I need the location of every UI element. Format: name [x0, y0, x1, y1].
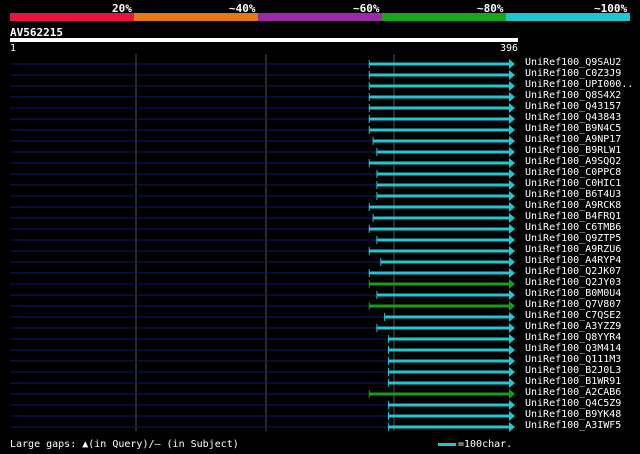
hit-end-arrow	[509, 114, 515, 124]
hit-end-arrow	[509, 136, 515, 146]
hit-label[interactable]: UniRef100_A3YZZ9	[525, 321, 621, 332]
hit-label[interactable]: UniRef100_A9SQQ2	[525, 156, 621, 167]
hit-end-arrow	[509, 169, 515, 179]
hit-label[interactable]: UniRef100_Q2JY03	[525, 277, 621, 288]
hit-end-arrow	[509, 103, 515, 113]
hit-end-arrow	[509, 70, 515, 80]
hit-label[interactable]: UniRef100_UPI000..	[525, 79, 633, 90]
hit-end-arrow	[509, 257, 515, 267]
hit-end-arrow	[509, 235, 515, 245]
hit-label[interactable]: UniRef100_A4RYP4	[525, 255, 621, 266]
hit-label[interactable]: UniRef100_B9RLW1	[525, 145, 621, 156]
hit-label[interactable]: UniRef100_Q7V807	[525, 299, 621, 310]
hit-end-arrow	[509, 125, 515, 135]
hit-label[interactable]: UniRef100_A3IWF5	[525, 420, 621, 431]
hit-end-arrow	[509, 290, 515, 300]
hit-label[interactable]: UniRef100_B0M0U4	[525, 288, 621, 299]
hit-end-arrow	[509, 356, 515, 366]
hit-label[interactable]: UniRef100_Q3M414	[525, 343, 621, 354]
hit-label[interactable]: UniRef100_A9NP17	[525, 134, 621, 145]
hit-end-arrow	[509, 147, 515, 157]
hit-label[interactable]: UniRef100_B4FRQ1	[525, 211, 621, 222]
hit-label[interactable]: UniRef100_Q9ZTP5	[525, 233, 621, 244]
hit-end-arrow	[509, 334, 515, 344]
hit-end-arrow	[509, 213, 515, 223]
hit-label[interactable]: UniRef100_Q9SAU2	[525, 57, 621, 68]
hit-end-arrow	[509, 301, 515, 311]
legend-label: =100char.	[458, 439, 513, 450]
hit-label[interactable]: UniRef100_C7QSE2	[525, 310, 621, 321]
hit-end-arrow	[509, 224, 515, 234]
hit-label[interactable]: UniRef100_C0PPC8	[525, 167, 621, 178]
hit-label[interactable]: UniRef100_Q2JK07	[525, 266, 621, 277]
hit-end-arrow	[509, 180, 515, 190]
scale-legend: =100char.	[438, 439, 512, 450]
hit-label[interactable]: UniRef100_A2CAB6	[525, 387, 621, 398]
hit-end-arrow	[509, 59, 515, 69]
large-gaps-note: Large gaps: ▲(in Query)/— (in Subject)	[10, 439, 239, 450]
hit-label[interactable]: UniRef100_Q43157	[525, 101, 621, 112]
hit-label[interactable]: UniRef100_B6T4U3	[525, 189, 621, 200]
hit-end-arrow	[509, 323, 515, 333]
hit-end-arrow	[509, 411, 515, 421]
hit-label[interactable]: UniRef100_Q8YYR4	[525, 332, 621, 343]
hit-label[interactable]: UniRef100_A9RCK8	[525, 200, 621, 211]
hit-label[interactable]: UniRef100_Q111M3	[525, 354, 621, 365]
hit-end-arrow	[509, 191, 515, 201]
hit-end-arrow	[509, 279, 515, 289]
hit-end-arrow	[509, 202, 515, 212]
hit-label[interactable]: UniRef100_C6TMB6	[525, 222, 621, 233]
hit-end-arrow	[509, 367, 515, 377]
hit-end-arrow	[509, 389, 515, 399]
hit-label[interactable]: UniRef100_A9RZU6	[525, 244, 621, 255]
hit-end-arrow	[509, 158, 515, 168]
hit-label[interactable]: UniRef100_Q4C5Z9	[525, 398, 621, 409]
hit-label[interactable]: UniRef100_Q8S4X2	[525, 90, 621, 101]
hit-label[interactable]: UniRef100_C0HIC1	[525, 178, 621, 189]
hit-end-arrow	[509, 246, 515, 256]
legend-swatch	[438, 442, 456, 446]
hit-end-arrow	[509, 92, 515, 102]
hit-label[interactable]: UniRef100_B9YK48	[525, 409, 621, 420]
hit-end-arrow	[509, 345, 515, 355]
hit-label[interactable]: UniRef100_C0Z3J9	[525, 68, 621, 79]
hit-label[interactable]: UniRef100_B2J0L3	[525, 365, 621, 376]
hit-label[interactable]: UniRef100_B1WR91	[525, 376, 621, 387]
hit-label[interactable]: UniRef100_Q43843	[525, 112, 621, 123]
hit-end-arrow	[509, 312, 515, 322]
hit-end-arrow	[509, 400, 515, 410]
hit-label[interactable]: UniRef100_B9N4C5	[525, 123, 621, 134]
hit-end-arrow	[509, 378, 515, 388]
hit-end-arrow	[509, 81, 515, 91]
hit-end-arrow	[509, 268, 515, 278]
hit-end-arrow	[509, 422, 515, 432]
